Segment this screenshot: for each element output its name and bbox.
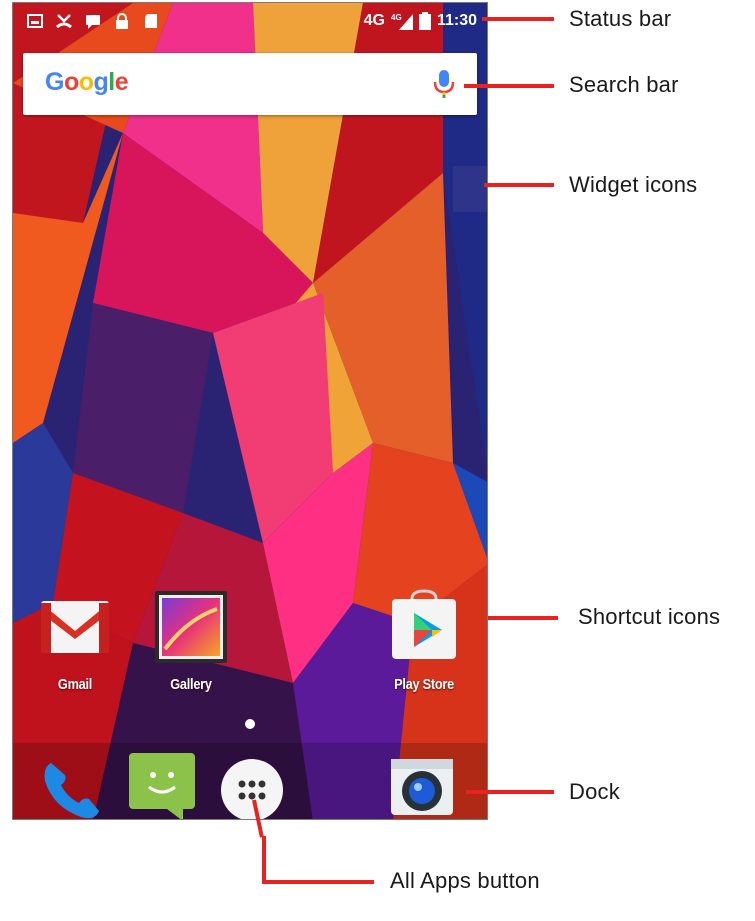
messaging-icon[interactable]: [127, 751, 197, 820]
status-bar: 4G 4G 11:30: [13, 3, 487, 43]
shortcut-play-store[interactable]: Play Store: [374, 589, 474, 693]
callout-line-all-apps-c: [262, 880, 374, 884]
play-store-icon: [392, 589, 456, 659]
callout-widget-icons: Widget icons: [569, 172, 698, 197]
microphone-icon[interactable]: [433, 69, 455, 99]
callout-line-all-apps-b: [262, 836, 266, 884]
google-logo-letter: G: [45, 68, 64, 96]
sd-card-icon: [145, 14, 157, 28]
signal-icon: 4G: [391, 13, 413, 30]
shortcut-label: Gallery: [170, 676, 212, 693]
missed-call-icon: [56, 14, 72, 29]
network-type: 4G: [363, 12, 385, 29]
widget-area-highlight[interactable]: [453, 166, 487, 212]
callout-line-shortcut-icons: [488, 616, 558, 620]
page-indicator: [245, 719, 255, 729]
google-logo-letter: g: [93, 68, 109, 96]
callout-shortcut-icons: Shortcut icons: [578, 604, 721, 629]
shortcut-label: Play Store: [394, 676, 454, 693]
callout-all-apps: All Apps button: [390, 868, 540, 893]
gmail-icon: [41, 601, 109, 653]
callout-line-search-bar: [464, 84, 554, 88]
google-logo-letter: o: [78, 68, 94, 96]
google-logo-letter: e: [114, 68, 129, 96]
gallery-icon: [155, 591, 227, 663]
shortcut-label: Gmail: [57, 676, 93, 693]
clock: 11:30: [436, 12, 477, 29]
wallpaper: [13, 3, 487, 819]
callout-search-bar: Search bar: [569, 72, 679, 97]
svg-text:4G: 4G: [391, 13, 402, 22]
all-apps-icon[interactable]: [217, 755, 287, 820]
phone-screen: 4G 4G 11:30 Google Gmail Gallery Play St…: [12, 2, 488, 820]
picture-notification-icon: [27, 14, 43, 28]
battery-icon: [418, 12, 431, 30]
google-logo: Google: [45, 68, 129, 97]
message-notification-icon: [86, 15, 100, 29]
shortcut-gallery[interactable]: Gallery: [141, 589, 241, 693]
callout-line-status-bar: [482, 17, 554, 21]
camera-icon[interactable]: [387, 753, 457, 820]
callout-line-dock: [466, 790, 554, 794]
google-logo-letter: o: [63, 68, 79, 96]
phone-icon[interactable]: [37, 755, 107, 820]
google-search-bar[interactable]: Google: [23, 53, 477, 115]
shortcut-gmail[interactable]: Gmail: [25, 589, 125, 693]
callout-dock: Dock: [569, 779, 620, 804]
callout-status-bar: Status bar: [569, 6, 672, 31]
callout-line-widget-icons: [484, 183, 554, 187]
lock-icon: [116, 13, 128, 29]
